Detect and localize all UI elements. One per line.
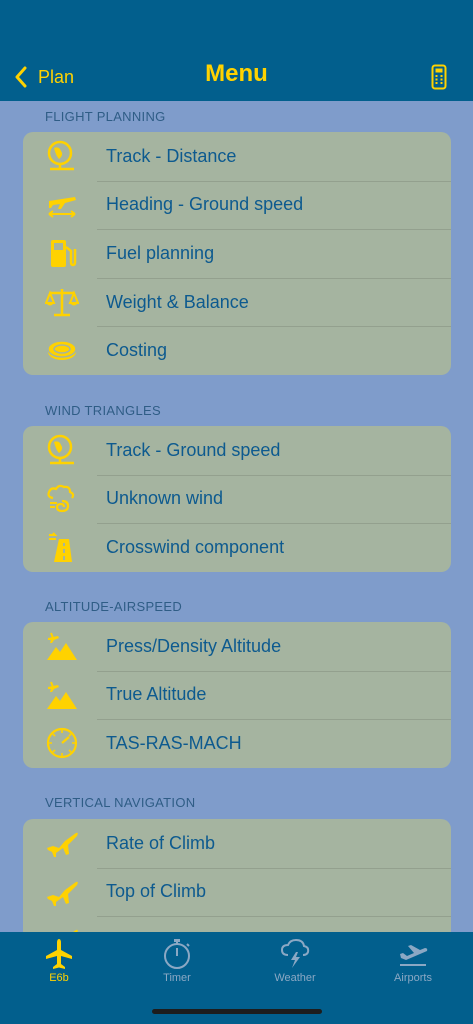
stopwatch-icon bbox=[164, 939, 190, 969]
menu-item-weight-balance[interactable]: Weight & Balance bbox=[23, 277, 451, 327]
tab-weather[interactable]: Weather bbox=[236, 936, 354, 992]
menu-item-heading-ground-speed[interactable]: Heading - Ground speed bbox=[23, 180, 451, 230]
tab-label: Weather bbox=[274, 972, 316, 984]
menu-item-label: Rate of Climb bbox=[106, 832, 216, 853]
coins-icon bbox=[47, 340, 77, 361]
menu-item-fuel-planning[interactable]: Fuel planning bbox=[23, 229, 451, 278]
menu-item-label: True Altitude bbox=[106, 684, 207, 705]
group-flight-planning: Track - Distance Heading - Ground speed … bbox=[23, 132, 451, 375]
group-wind-triangles: Track - Ground speed Unknown wind Crossw… bbox=[23, 426, 451, 572]
menu-item-track-ground-speed[interactable]: Track - Ground speed bbox=[23, 426, 451, 475]
section-title-altitude-airspeed: ALTITUDE-AIRSPEED bbox=[45, 599, 183, 614]
section-title-vertical-navigation: VERTICAL NAVIGATION bbox=[45, 795, 196, 810]
menu-item-label: Weight & Balance bbox=[106, 291, 249, 312]
plane-heading-icon bbox=[48, 196, 76, 218]
airplane-icon bbox=[46, 939, 72, 969]
menu-item-track-distance[interactable]: Track - Distance bbox=[23, 132, 451, 181]
menu-item-rate-of-climb[interactable]: Rate of Climb bbox=[23, 819, 451, 868]
thunderstorm-icon bbox=[280, 938, 310, 968]
group-vertical-navigation: Rate of Climb Top of Climb bbox=[23, 819, 451, 932]
tab-timer[interactable]: Timer bbox=[118, 936, 236, 992]
airplane-icon bbox=[47, 832, 78, 857]
menu-item-label: Unknown wind bbox=[106, 488, 224, 509]
airplane-icon bbox=[73, 930, 78, 932]
menu-item-label: Costing bbox=[106, 340, 168, 361]
runway-crosswind-icon bbox=[49, 532, 72, 563]
section-title-flight-planning: FLIGHT PLANNING bbox=[45, 109, 166, 124]
menu-item-crosswind-component[interactable]: Crosswind component bbox=[23, 523, 451, 572]
page-title: Menu bbox=[205, 60, 268, 87]
menu-item-label: Crosswind component bbox=[106, 536, 285, 557]
fuel-pump-icon bbox=[51, 240, 77, 268]
plane-mountain-icon bbox=[47, 632, 77, 660]
menu-item-label: Heading - Ground speed bbox=[106, 194, 304, 215]
menu-item-label: Fuel planning bbox=[106, 242, 215, 263]
group-altitude-airspeed: Press/Density Altitude True Altitude TAS… bbox=[23, 622, 451, 768]
menu-item-true-altitude[interactable]: True Altitude bbox=[23, 670, 451, 720]
menu-item-press-density-altitude[interactable]: Press/Density Altitude bbox=[23, 622, 451, 671]
menu-item-partial[interactable] bbox=[23, 916, 451, 932]
departure-icon bbox=[400, 945, 428, 966]
wind-cloud-icon bbox=[47, 484, 75, 512]
menu-item-label: TAS-RAS-MACH bbox=[106, 732, 242, 753]
tab-label: E6b bbox=[49, 972, 69, 984]
calculator-icon[interactable] bbox=[431, 64, 447, 90]
menu-item-costing[interactable]: Costing bbox=[23, 326, 451, 375]
airplane-icon bbox=[47, 881, 78, 906]
home-indicator[interactable] bbox=[152, 1009, 322, 1014]
menu-item-label: Press/Density Altitude bbox=[106, 635, 282, 656]
section-title-wind-triangles: WIND TRIANGLES bbox=[45, 403, 161, 418]
airspeed-gauge-icon bbox=[46, 728, 78, 759]
navigation-bar: Plan Menu bbox=[0, 0, 473, 101]
tab-e6b[interactable]: E6b bbox=[0, 936, 118, 992]
menu-item-label: Track - Distance bbox=[106, 145, 237, 166]
globe-track-icon bbox=[47, 434, 74, 465]
menu-list[interactable]: FLIGHT PLANNING Track - Distance Heading… bbox=[0, 101, 473, 932]
balance-scale-icon bbox=[45, 288, 79, 317]
tab-airports[interactable]: Airports bbox=[354, 936, 472, 992]
tab-label: Timer bbox=[163, 972, 191, 984]
menu-item-unknown-wind[interactable]: Unknown wind bbox=[23, 474, 451, 524]
plane-mountain-icon bbox=[47, 681, 77, 709]
globe-track-icon bbox=[47, 140, 74, 171]
menu-item-top-of-climb[interactable]: Top of Climb bbox=[23, 867, 451, 917]
menu-item-label: Top of Climb bbox=[106, 881, 207, 902]
menu-item-label: Track - Ground speed bbox=[106, 439, 281, 460]
tab-label: Airports bbox=[394, 972, 432, 984]
menu-item-tas-ras-mach[interactable]: TAS-RAS-MACH bbox=[23, 719, 451, 768]
